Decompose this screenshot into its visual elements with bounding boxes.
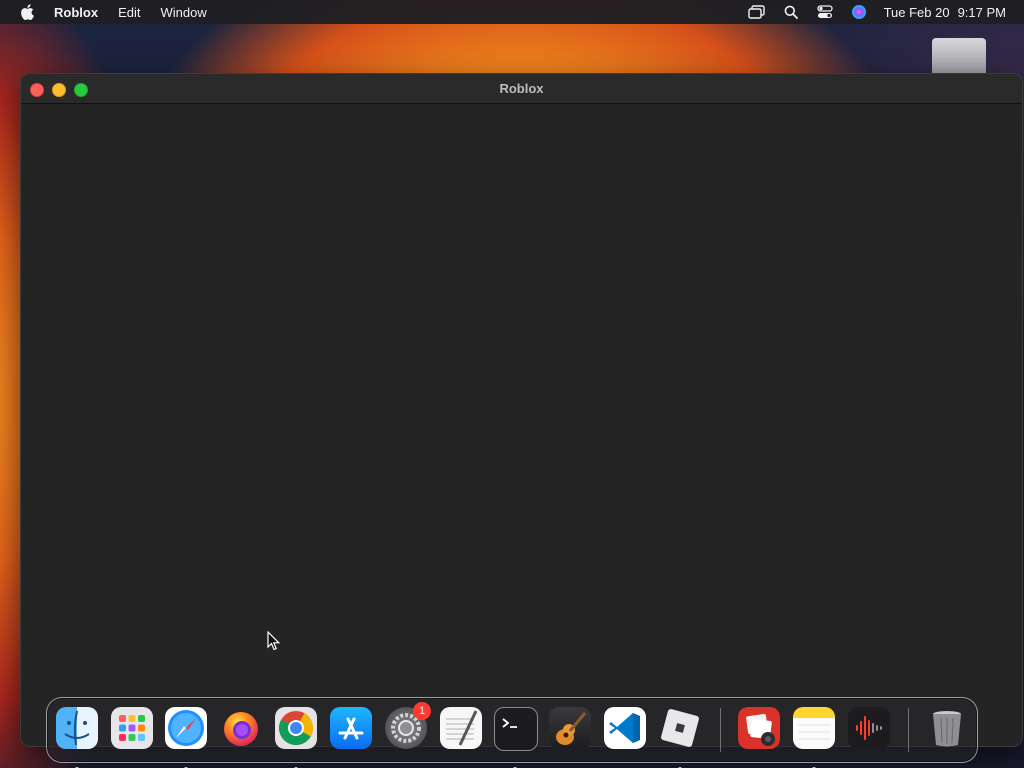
app-store-icon — [330, 707, 372, 749]
menu-bar-clock[interactable]: Tue Feb 20 9:17 PM — [884, 5, 1006, 20]
spotlight-search-icon[interactable] — [780, 3, 802, 21]
dock-item-finder[interactable] — [56, 707, 98, 768]
dock-item-notes[interactable] — [793, 707, 835, 768]
dock-item-chrome[interactable] — [275, 707, 317, 768]
notes-icon — [793, 707, 835, 749]
dock-item-firefox[interactable] — [220, 707, 262, 749]
finder-icon — [56, 707, 98, 749]
dock-item-photo-booth[interactable] — [738, 707, 780, 749]
window-content-area[interactable] — [21, 104, 1022, 746]
garageband-icon — [549, 707, 591, 749]
dock-item-system-settings[interactable]: 1 — [385, 702, 431, 749]
edit-menu[interactable]: Edit — [118, 5, 140, 20]
photo-booth-icon — [738, 707, 780, 749]
dock-item-voice-memos[interactable] — [848, 707, 890, 749]
dock-item-terminal[interactable] — [494, 707, 538, 768]
vscode-icon — [604, 707, 646, 749]
dock-item-textedit[interactable] — [440, 707, 482, 749]
dock-item-launchpad[interactable] — [111, 707, 153, 749]
dock-item-trash[interactable] — [926, 707, 968, 749]
terminal-icon — [494, 707, 538, 751]
dock-separator — [908, 708, 909, 752]
roblox-icon — [659, 707, 701, 749]
menu-bar: Roblox Edit Window Tue Feb 20 9:17 PM — [0, 0, 1024, 24]
siri-icon[interactable] — [848, 3, 870, 21]
control-center-icon[interactable] — [814, 3, 836, 21]
date-label: Tue Feb 20 — [883, 4, 950, 20]
roblox-window: Roblox — [20, 73, 1023, 747]
window-title: Roblox — [499, 81, 544, 96]
external-drive-icon[interactable] — [932, 38, 986, 74]
dock-item-safari[interactable] — [165, 707, 207, 768]
chrome-icon — [275, 707, 317, 749]
voice-memos-icon — [848, 707, 890, 749]
window-titlebar[interactable]: Roblox — [21, 74, 1022, 104]
dock-item-app-store[interactable] — [330, 707, 372, 749]
dock-separator — [720, 708, 721, 752]
apple-menu-icon[interactable] — [0, 4, 54, 20]
dock-item-roblox[interactable] — [659, 707, 701, 768]
app-menu-roblox[interactable]: Roblox — [54, 5, 98, 20]
safari-icon — [165, 707, 207, 749]
dock-item-vscode[interactable] — [604, 707, 646, 749]
window-menu[interactable]: Window — [160, 5, 206, 20]
time-label: 9:17 PM — [957, 4, 1006, 20]
firefox-icon — [220, 707, 262, 749]
dock-item-garageband[interactable] — [549, 707, 591, 749]
dock: 1 — [46, 697, 978, 768]
screen-mirroring-icon[interactable] — [746, 3, 768, 21]
notification-badge: 1 — [413, 702, 431, 720]
textedit-icon — [440, 707, 482, 749]
launchpad-icon — [111, 707, 153, 749]
trash-icon — [926, 707, 968, 749]
mouse-cursor-icon — [267, 631, 281, 651]
